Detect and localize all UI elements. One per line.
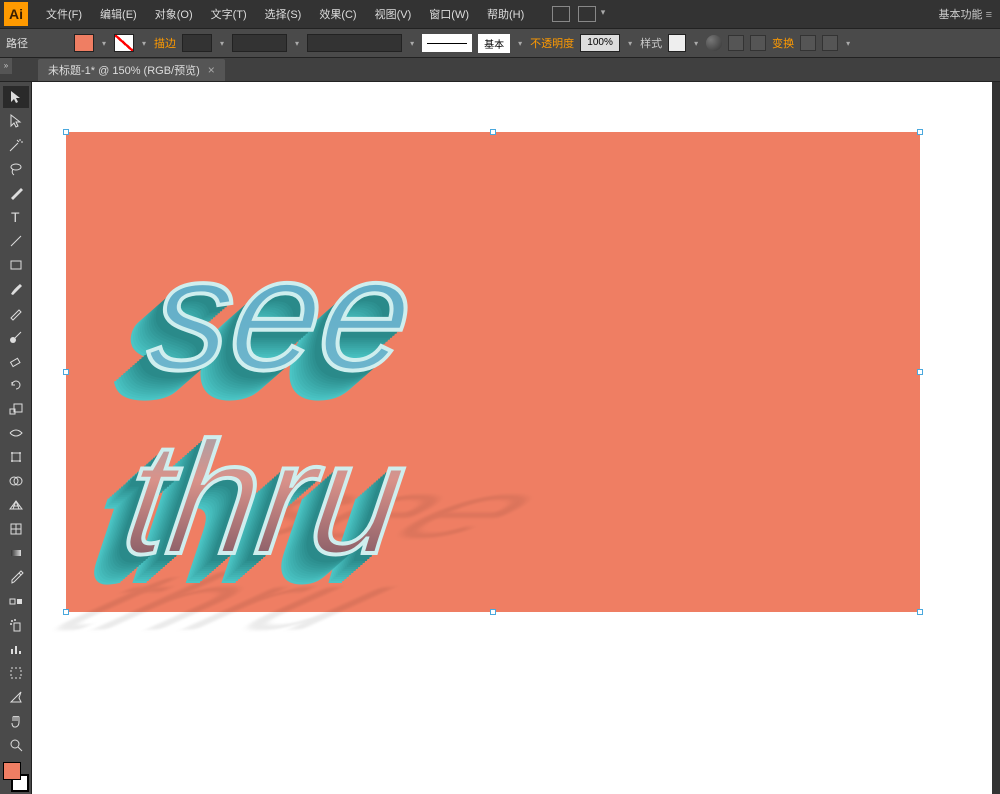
- menu-help[interactable]: 帮助(H): [479, 2, 532, 26]
- selection-handle-bm[interactable]: [490, 609, 496, 615]
- align-icon[interactable]: [728, 35, 744, 51]
- tool-zoom[interactable]: [3, 734, 29, 756]
- app-logo: Ai: [4, 2, 28, 26]
- vw-drop-icon[interactable]: ▾: [293, 39, 301, 48]
- tool-eraser[interactable]: [3, 350, 29, 372]
- brush-definition[interactable]: [307, 34, 402, 52]
- opacity-drop-icon[interactable]: ▾: [626, 39, 634, 48]
- selection-handle-tm[interactable]: [490, 129, 496, 135]
- selection-handle-tr[interactable]: [917, 129, 923, 135]
- style-label: 样式: [640, 35, 662, 51]
- selection-type-label: 路径: [6, 35, 28, 51]
- canvas-area[interactable]: see thru see thru see thru see thru: [32, 82, 992, 794]
- tool-pen[interactable]: [3, 182, 29, 204]
- selection-handle-ml[interactable]: [63, 369, 69, 375]
- tool-direct-select[interactable]: [3, 110, 29, 132]
- tool-mesh[interactable]: [3, 518, 29, 540]
- menu-view[interactable]: 视图(V): [367, 2, 420, 26]
- panel-toggle-tab[interactable]: »: [0, 58, 12, 74]
- menu-bar: Ai 文件(F) 编辑(E) 对象(O) 文字(T) 选择(S) 效果(C) 视…: [0, 0, 1000, 28]
- tool-rotate[interactable]: [3, 374, 29, 396]
- stroke-profile-preview[interactable]: [422, 34, 472, 52]
- menu-extra: [552, 6, 596, 22]
- select-similar-icon[interactable]: [822, 35, 838, 51]
- fill-stroke-colors[interactable]: [3, 762, 29, 792]
- selection-handle-tl[interactable]: [63, 129, 69, 135]
- tool-rectangle[interactable]: [3, 254, 29, 276]
- opacity-input[interactable]: 100%: [580, 34, 620, 52]
- menu-items: 文件(F) 编辑(E) 对象(O) 文字(T) 选择(S) 效果(C) 视图(V…: [38, 2, 532, 26]
- artboard[interactable]: see thru see thru see thru see thru: [66, 132, 920, 612]
- tool-selection[interactable]: [3, 86, 29, 108]
- stroke-weight-drop-icon[interactable]: ▾: [218, 39, 226, 48]
- tool-symbol-spray[interactable]: [3, 614, 29, 636]
- selection-handle-mr[interactable]: [917, 369, 923, 375]
- tool-slice[interactable]: [3, 686, 29, 708]
- fill-color-box[interactable]: [3, 762, 21, 780]
- similar-drop-icon[interactable]: ▾: [844, 39, 852, 48]
- fill-dropdown-icon[interactable]: ▾: [100, 39, 108, 48]
- workspace: T see thru see thru: [0, 82, 1000, 794]
- menu-select[interactable]: 选择(S): [257, 2, 310, 26]
- menu-file[interactable]: 文件(F): [38, 2, 90, 26]
- profile-basic-label[interactable]: 基本: [478, 34, 510, 53]
- workspace-switcher[interactable]: 基本功能: [939, 6, 992, 22]
- tool-scale[interactable]: [3, 398, 29, 420]
- recolor-icon[interactable]: [706, 35, 722, 51]
- stroke-swatch-none[interactable]: [114, 34, 134, 52]
- svg-text:T: T: [11, 209, 20, 225]
- transform-label[interactable]: 变换: [772, 35, 794, 51]
- fill-swatch[interactable]: [74, 34, 94, 52]
- menu-type[interactable]: 文字(T): [203, 2, 255, 26]
- tool-magic-wand[interactable]: [3, 134, 29, 156]
- tool-hand[interactable]: [3, 710, 29, 732]
- control-bar: 路径 ▾ ▾ 描边 ▾ ▾ ▾ 基本 ▾ 不透明度 100% ▾ 样式 ▾ 变换…: [0, 28, 1000, 58]
- document-tab-title: 未标题-1* @ 150% (RGB/预览): [48, 62, 200, 78]
- tool-line[interactable]: [3, 230, 29, 252]
- toolbox: T: [0, 82, 32, 794]
- isolate-icon[interactable]: [800, 35, 816, 51]
- menu-object[interactable]: 对象(O): [147, 2, 201, 26]
- tool-width[interactable]: [3, 422, 29, 444]
- shape-icon[interactable]: [750, 35, 766, 51]
- tool-pencil[interactable]: [3, 302, 29, 324]
- stroke-dropdown-icon[interactable]: ▾: [140, 39, 148, 48]
- document-tab[interactable]: 未标题-1* @ 150% (RGB/预览) ×: [38, 59, 225, 81]
- variable-width-profile[interactable]: [232, 34, 287, 52]
- tool-paintbrush[interactable]: [3, 278, 29, 300]
- graphic-style-swatch[interactable]: [668, 34, 686, 52]
- menu-window[interactable]: 窗口(W): [421, 2, 477, 26]
- arrange-docs-icon[interactable]: [552, 6, 570, 22]
- tool-column-graph[interactable]: [3, 638, 29, 660]
- menu-effect[interactable]: 效果(C): [311, 2, 364, 26]
- tool-artboard[interactable]: [3, 662, 29, 684]
- tool-type[interactable]: T: [3, 206, 29, 228]
- close-tab-icon[interactable]: ×: [208, 63, 215, 77]
- style-drop-icon[interactable]: ▾: [692, 39, 700, 48]
- tool-blob-brush[interactable]: [3, 326, 29, 348]
- tool-perspective[interactable]: [3, 494, 29, 516]
- selection-handle-br[interactable]: [917, 609, 923, 615]
- opacity-label[interactable]: 不透明度: [530, 35, 574, 51]
- stroke-label[interactable]: 描边: [154, 35, 176, 51]
- tool-gradient[interactable]: [3, 542, 29, 564]
- text-outline-layer: see thru: [114, 222, 441, 590]
- tool-eyedropper[interactable]: [3, 566, 29, 588]
- profile-drop-icon[interactable]: ▾: [516, 39, 524, 48]
- tool-free-transform[interactable]: [3, 446, 29, 468]
- brush-drop-icon[interactable]: ▾: [408, 39, 416, 48]
- document-tab-bar: 未标题-1* @ 150% (RGB/预览) ×: [0, 58, 1000, 82]
- menu-edit[interactable]: 编辑(E): [92, 2, 145, 26]
- stroke-weight-input[interactable]: [182, 34, 212, 52]
- panel-dock-collapsed[interactable]: [992, 82, 1000, 794]
- tool-lasso[interactable]: [3, 158, 29, 180]
- screen-mode-icon[interactable]: [578, 6, 596, 22]
- tool-blend[interactable]: [3, 590, 29, 612]
- tool-shape-builder[interactable]: [3, 470, 29, 492]
- selection-handle-bl[interactable]: [63, 609, 69, 615]
